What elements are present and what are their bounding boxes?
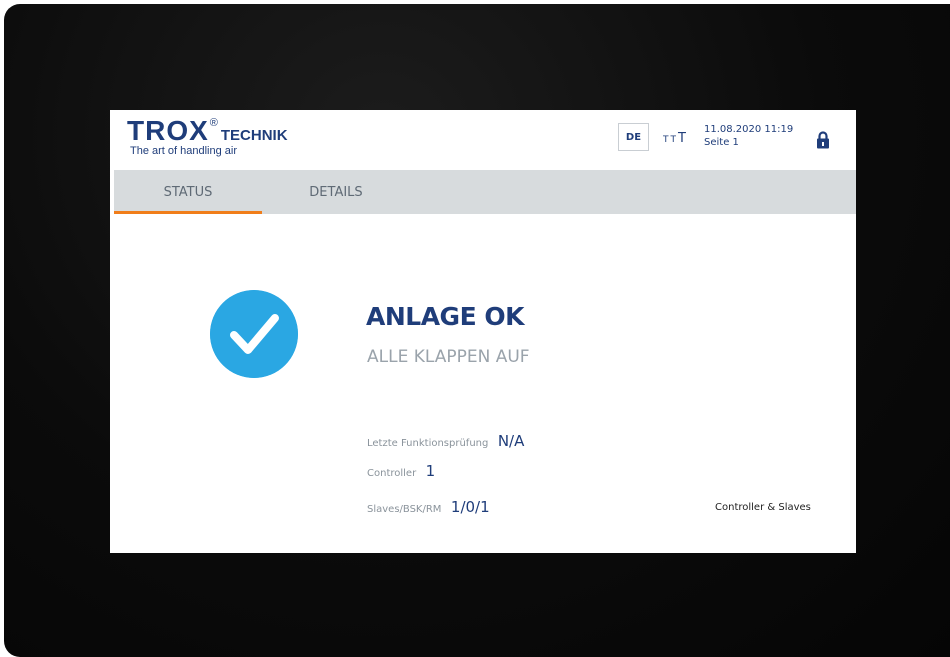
- checkmark-circle-icon: [210, 290, 298, 378]
- tab-status-label: STATUS: [163, 184, 213, 200]
- tab-bar: STATUS DETAILS: [114, 170, 856, 214]
- logo-wordmark: TROX ® TECHNIK: [127, 116, 288, 146]
- touch-screen: TROX ® TECHNIK The art of handling air D…: [110, 110, 856, 553]
- font-size-medium: T: [670, 135, 677, 145]
- trox-logo: TROX ® TECHNIK The art of handling air: [127, 116, 288, 158]
- logo-brand: TROX: [127, 115, 209, 146]
- controller-value: 1: [425, 462, 436, 480]
- status-title: ANLAGE OK: [366, 302, 524, 331]
- status-subtitle: ALLE KLAPPEN AUF: [367, 347, 530, 367]
- slaves-row: Slaves/BSK/RM 1/0/1: [367, 498, 490, 517]
- tab-details[interactable]: DETAILS: [296, 170, 376, 214]
- logo-tagline: The art of handling air: [130, 145, 238, 157]
- date-time-display: 11.08.2020 11:19 Seite 1: [704, 123, 793, 149]
- tab-status[interactable]: STATUS: [114, 170, 262, 214]
- slaves-value: 1/0/1: [450, 498, 490, 516]
- controller-label: Controller: [367, 468, 417, 479]
- date-time: 11.08.2020 11:19: [704, 124, 794, 135]
- font-size-small: T: [663, 135, 669, 145]
- font-size-toggle[interactable]: TTT: [663, 127, 686, 146]
- app-header: TROX ® TECHNIK The art of handling air D…: [110, 110, 856, 170]
- controller-row: Controller 1: [367, 462, 435, 481]
- page-indicator: Seite 1: [704, 137, 739, 148]
- tab-details-label: DETAILS: [309, 184, 363, 200]
- last-test-label: Letzte Funktionsprüfung: [367, 438, 489, 449]
- last-test-value: N/A: [497, 432, 525, 450]
- font-size-large: T: [678, 131, 686, 146]
- language-button[interactable]: DE: [618, 123, 649, 151]
- logo-suffix: TECHNIK: [220, 127, 288, 144]
- slaves-label: Slaves/BSK/RM: [367, 504, 442, 515]
- logo-registered: ®: [209, 117, 218, 129]
- last-function-test-row: Letzte Funktionsprüfung N/A: [367, 432, 524, 451]
- lock-icon[interactable]: [816, 130, 830, 150]
- controller-slaves-link[interactable]: Controller & Slaves: [715, 502, 811, 513]
